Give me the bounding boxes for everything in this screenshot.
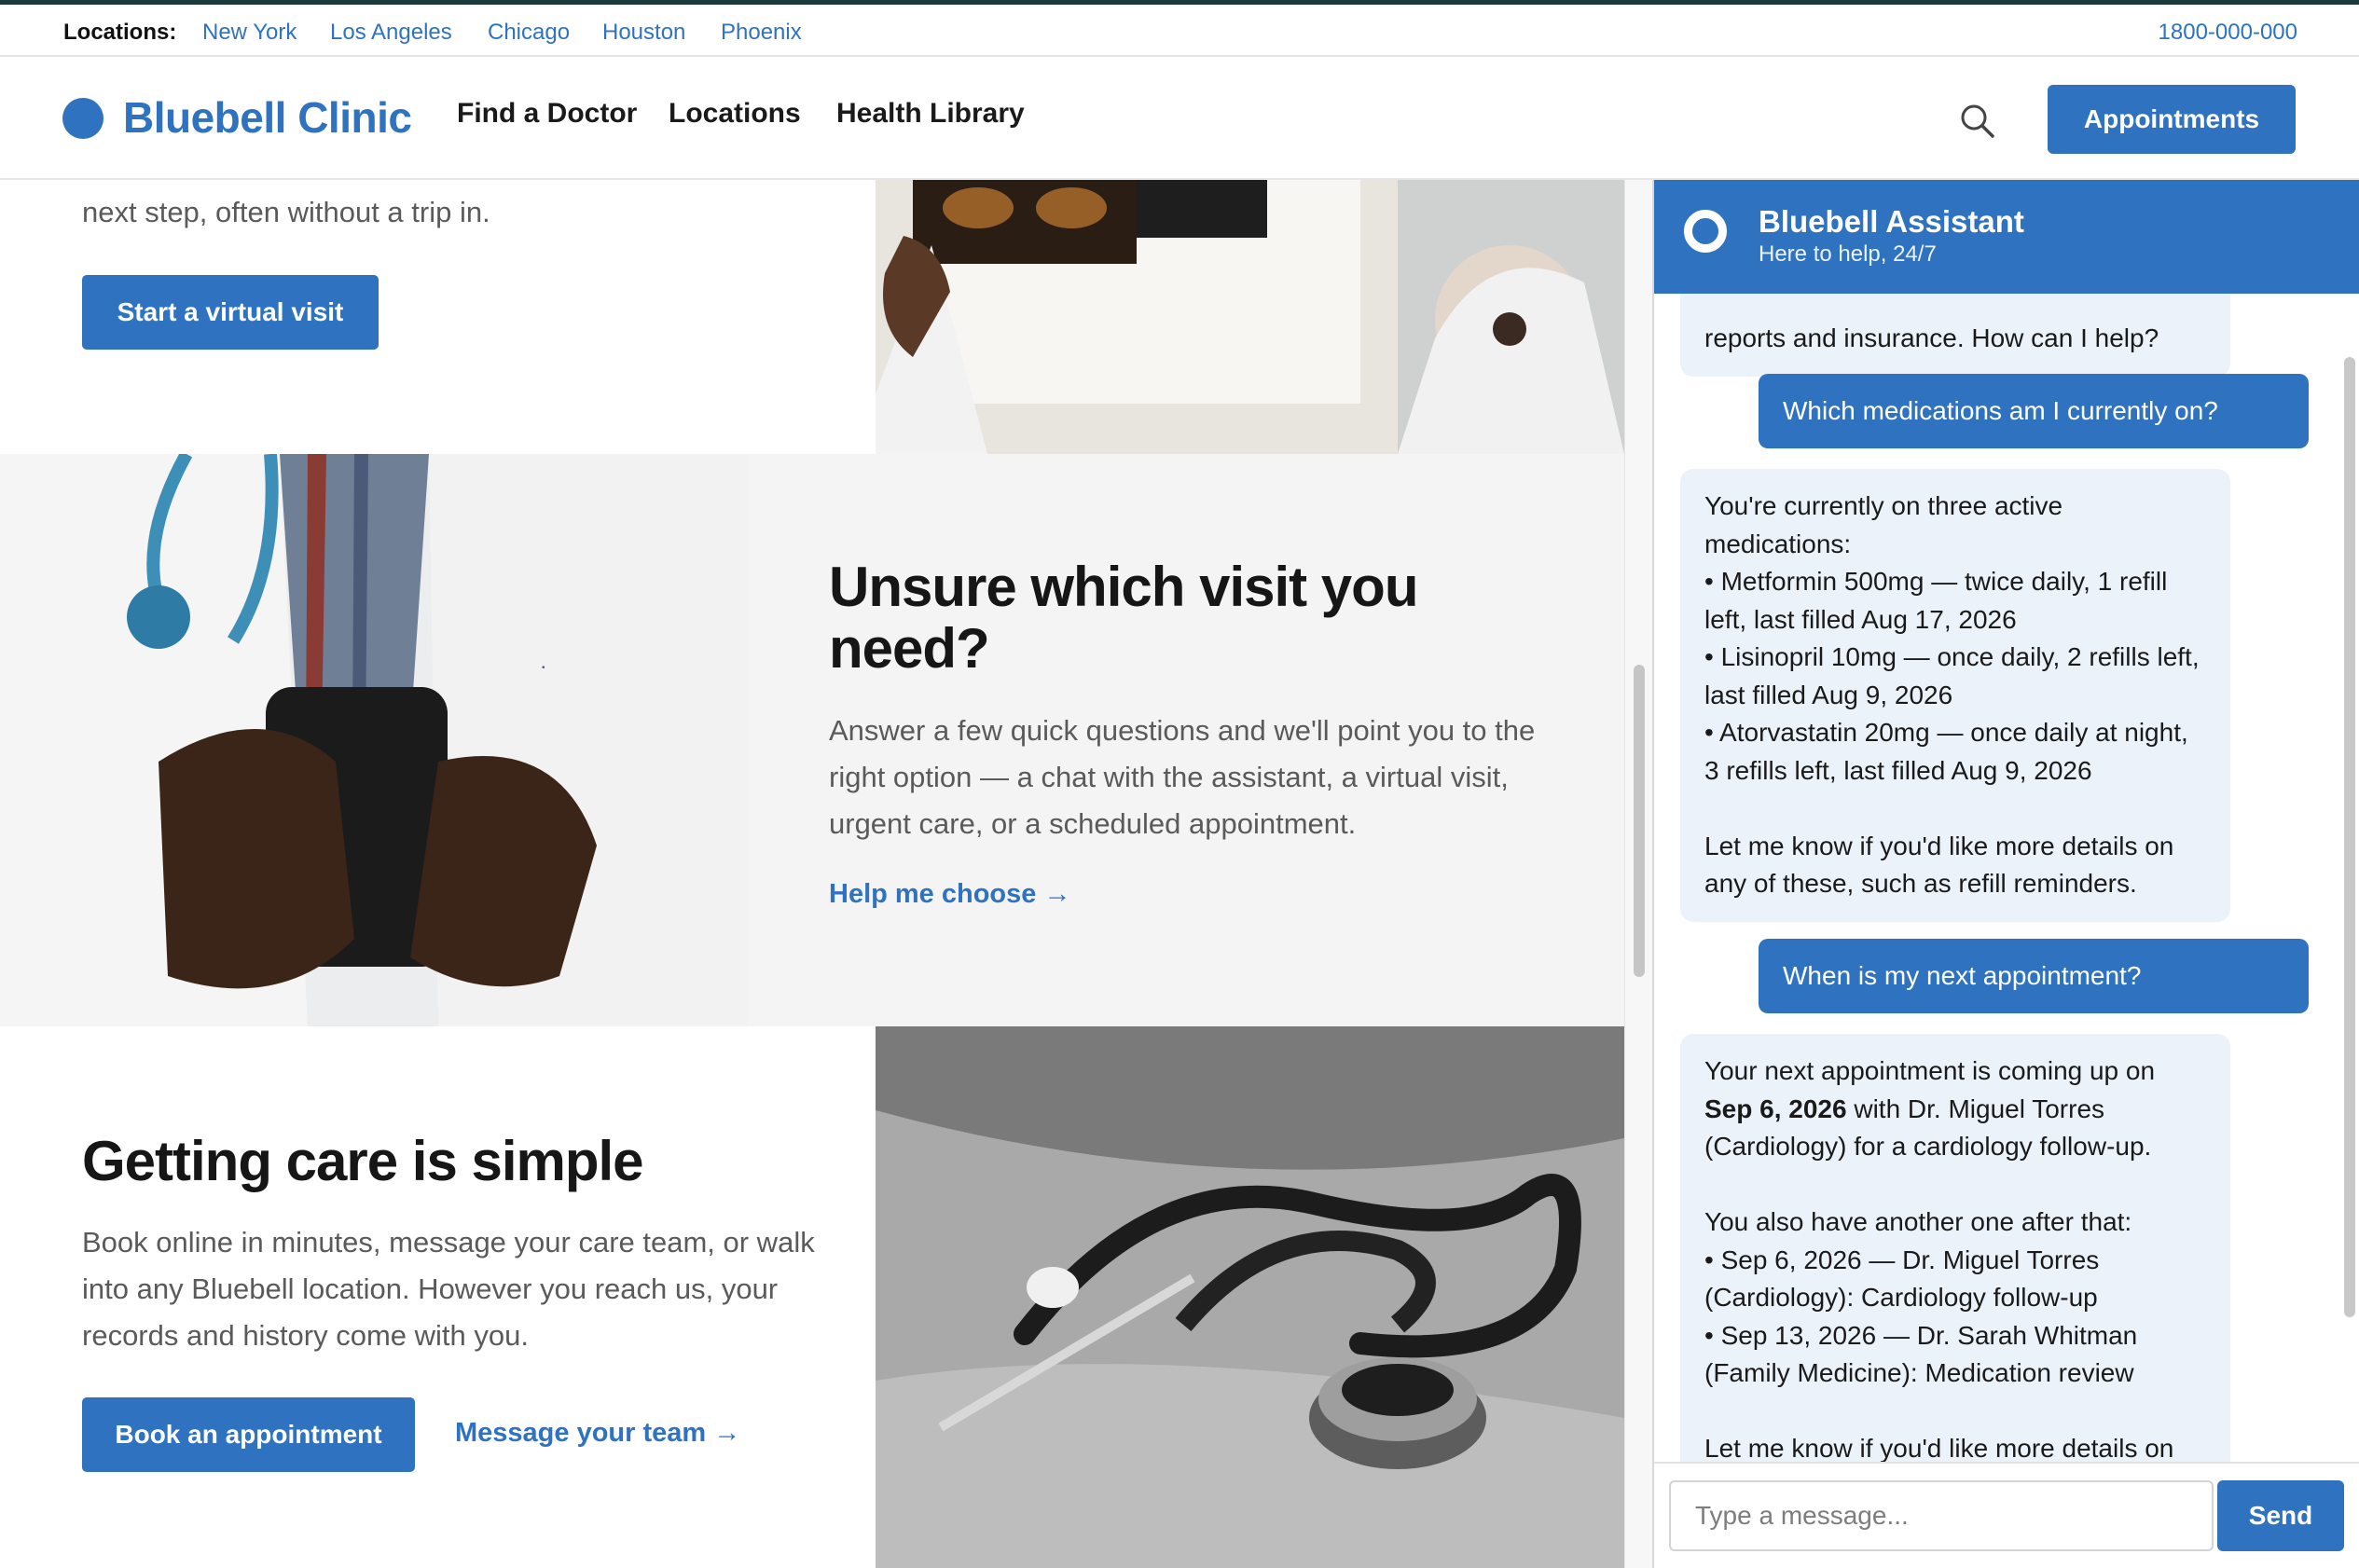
message-line: You're currently on three active medicat… (1704, 491, 2063, 558)
message-team-link[interactable]: Message your team → (455, 1418, 740, 1449)
visit-chooser-panel: Unsure which visit you need? Answer a fe… (747, 454, 1624, 1026)
logo-dot-icon (62, 98, 103, 139)
location-link-houston[interactable]: Houston (602, 20, 685, 46)
assistant-message: You're currently on three active medicat… (1680, 469, 2230, 922)
message-line: • Sep 6, 2026 — Dr. Miguel Torres (Cardi… (1704, 1245, 2100, 1313)
assistant-message: Your next appointment is coming up on Se… (1680, 1034, 2230, 1462)
message-line: Let me know if you'd like more details o… (1704, 831, 2174, 899)
care-simple-text: Book online in minutes, message your car… (82, 1226, 815, 1352)
search-icon[interactable] (1958, 102, 1997, 141)
chat-title: Bluebell Assistant (1759, 204, 2024, 239)
message-line: Let me know if you'd like more details o… (1704, 1434, 2174, 1462)
chat-message-input[interactable] (1669, 1480, 2214, 1551)
care-simple-title: Getting care is simple (82, 1130, 644, 1192)
nav-health-library[interactable]: Health Library (836, 98, 1025, 130)
location-link-phoenix[interactable]: Phoenix (721, 20, 802, 46)
message-line: • Atorvastatin 20mg — once daily at nigh… (1704, 718, 2188, 785)
brand-name: Bluebell Clinic (123, 93, 412, 142)
main-content: next step, often without a trip in. Star… (0, 180, 1624, 1568)
chat-scrollbar[interactable] (2338, 294, 2359, 1462)
help-me-choose-link[interactable]: Help me choose → (829, 879, 1070, 910)
phone-number-link[interactable]: 1800-000-000 (2159, 20, 2297, 46)
appointments-button[interactable]: Appointments (2048, 85, 2296, 154)
virtual-visit-text: next step, often without a trip in. (82, 196, 490, 228)
assistant-message: reports and insurance. How can I help? (1680, 294, 2230, 377)
page-scrollbar-thumb[interactable] (1634, 665, 1645, 977)
book-appointment-button[interactable]: Book an appointment (82, 1397, 415, 1472)
locations-label: Locations: (63, 20, 177, 45)
message-text: reports and insurance. How can I help? (1704, 323, 2159, 352)
message-line: • Lisinopril 10mg — once daily, 2 refill… (1704, 642, 2200, 709)
assistant-chat-panel: Bluebell Assistant Here to help, 24/7 re… (1652, 180, 2359, 1568)
nav-locations[interactable]: Locations (669, 98, 801, 130)
svg-text:.: . (541, 650, 546, 673)
doctor-phone-photo: . (0, 454, 747, 1026)
chat-subtitle: Here to help, 24/7 (1759, 241, 1937, 267)
chat-scrollbar-thumb[interactable] (2344, 357, 2355, 1317)
message-line: • Metformin 500mg — twice daily, 1 refil… (1704, 567, 2168, 634)
message-text: Your next appointment is coming up on (1704, 1056, 2156, 1085)
assistant-avatar-icon (1684, 210, 1727, 253)
message-line: You also have another one after that: (1704, 1207, 2132, 1236)
virtual-visit-section: next step, often without a trip in. (82, 189, 809, 236)
chat-messages[interactable]: reports and insurance. How can I help? W… (1654, 294, 2359, 1462)
xray-review-photo (876, 180, 1624, 454)
visit-chooser-text: Answer a few quick questions and we'll p… (829, 714, 1536, 840)
location-link-new-york[interactable]: New York (202, 20, 297, 46)
nav-find-a-doctor[interactable]: Find a Doctor (457, 98, 637, 130)
chat-header: Bluebell Assistant Here to help, 24/7 (1654, 180, 2359, 294)
user-message: Which medications am I currently on? (1759, 374, 2309, 448)
locations-bar: Locations: New York Los Angeles Chicago … (0, 0, 2359, 57)
page-scrollbar[interactable] (1624, 180, 1652, 1568)
location-link-chicago[interactable]: Chicago (488, 20, 570, 46)
user-message: When is my next appointment? (1759, 939, 2309, 1013)
appointment-date: Sep 6, 2026 (1704, 1093, 1847, 1123)
start-virtual-visit-button[interactable]: Start a virtual visit (82, 275, 379, 350)
site-header: Bluebell Clinic Find a Doctor Locations … (0, 57, 2359, 180)
message-line: Your next appointment is coming up on Se… (1704, 1052, 2206, 1166)
chat-composer: Send (1654, 1462, 2359, 1568)
location-link-los-angeles[interactable]: Los Angeles (330, 20, 452, 46)
message-line: • Sep 13, 2026 — Dr. Sarah Whitman (Fami… (1704, 1320, 2138, 1388)
stethoscope-photo (876, 1026, 1624, 1568)
visit-chooser-title: Unsure which visit you need? (829, 556, 1418, 680)
send-button[interactable]: Send (2217, 1480, 2344, 1551)
